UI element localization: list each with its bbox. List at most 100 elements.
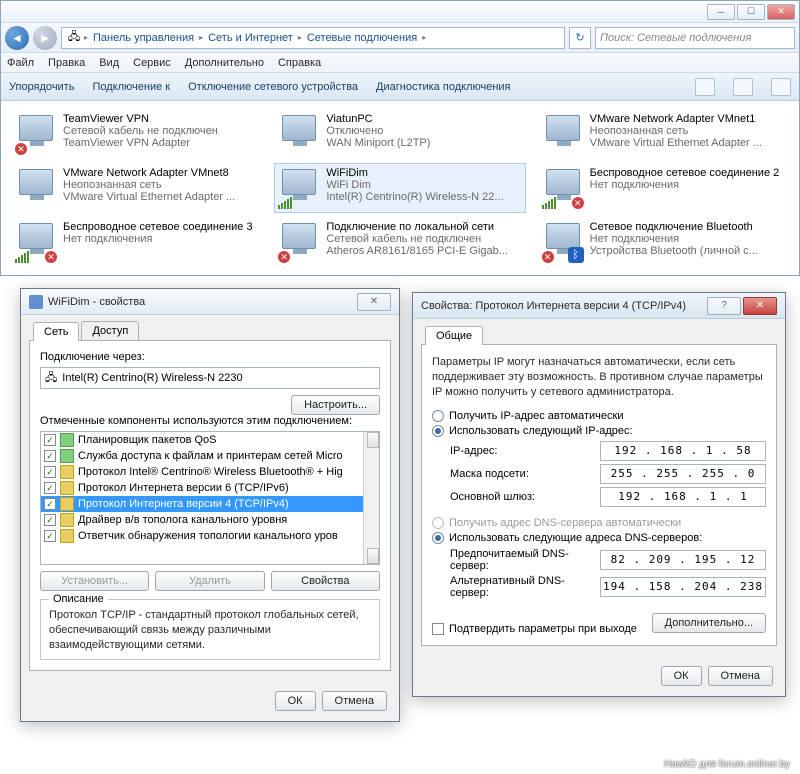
tab-general[interactable]: Общие <box>425 326 483 345</box>
component-item[interactable]: ✓Драйвер в/в тополога канального уровня <box>41 512 363 528</box>
checkbox-icon[interactable]: ✓ <box>44 434 56 446</box>
connection-item[interactable]: ✕ᛒСетевое подключение BluetoothНет подкл… <box>538 217 789 267</box>
close-icon[interactable]: ✕ <box>743 297 777 315</box>
dns2-field[interactable]: 194 . 158 . 204 . 238 <box>600 577 766 597</box>
tool-connect[interactable]: Подключение к <box>92 81 170 93</box>
mask-field[interactable]: 255 . 255 . 255 . 0 <box>600 464 766 484</box>
connection-item[interactable]: WiFiDimWiFi DimIntel(R) Centrino(R) Wire… <box>274 163 525 213</box>
connection-item[interactable]: ✕ Беспроводное сетевое соединение 2Нет по… <box>538 163 789 213</box>
component-item[interactable]: ✓ Протокол Интернета версии 4 (TCP/IPv4) <box>41 496 363 512</box>
chevron-icon: ▸ <box>84 33 88 42</box>
close-icon[interactable]: ✕ <box>357 293 391 311</box>
properties-button[interactable]: Свойства <box>271 571 380 591</box>
adapter-icon <box>29 295 43 309</box>
components-listbox[interactable]: ✓Планировщик пакетов QoS✓Служба доступа … <box>40 431 380 565</box>
tab-access[interactable]: Доступ <box>81 321 139 340</box>
forward-button[interactable]: ► <box>33 26 57 50</box>
menu-edit[interactable]: Правка <box>48 57 85 69</box>
connection-item[interactable]: ✕Подключение по локальной сетиСетевой ка… <box>274 217 525 267</box>
connection-status: Сетевой кабель не подключен <box>63 125 258 137</box>
breadcrumb-seg[interactable]: Панель управления <box>90 32 197 44</box>
checkbox-icon[interactable]: ✓ <box>44 498 56 510</box>
component-item[interactable]: ✓Протокол Intel® Centrino® Wireless Blue… <box>41 464 363 480</box>
adapter-icon: ✕ <box>15 113 57 155</box>
toolbar: Упорядочить Подключение к Отключение сет… <box>1 73 799 101</box>
radio-auto-ip[interactable]: Получить IP-адрес автоматически <box>432 410 766 422</box>
back-button[interactable]: ◄ <box>5 26 29 50</box>
menu-service[interactable]: Сервис <box>133 57 171 69</box>
component-label: Протокол Интернета версии 4 (TCP/IPv4) <box>78 498 289 510</box>
breadcrumb[interactable]: 🖧 ▸ Панель управления ▸ Сеть и Интернет … <box>61 27 565 49</box>
component-icon <box>60 513 74 527</box>
connection-name: WiFiDim <box>326 167 521 179</box>
validate-checkbox[interactable]: Подтвердить параметры при выходе <box>432 623 637 635</box>
adapter-icon: ✕ <box>542 167 584 209</box>
component-item[interactable]: ✓Ответчик обнаружения топологии канально… <box>41 528 363 544</box>
ok-button[interactable]: ОК <box>275 691 316 711</box>
cancel-button[interactable]: Отмена <box>708 666 773 686</box>
menu-file[interactable]: Файл <box>7 57 34 69</box>
cancel-button[interactable]: Отмена <box>322 691 387 711</box>
install-button[interactable]: Установить... <box>40 571 149 591</box>
checkbox-icon[interactable]: ✓ <box>44 482 56 494</box>
component-label: Служба доступа к файлам и принтерам сете… <box>78 450 343 462</box>
breadcrumb-seg[interactable]: Сетевые подлючения <box>304 32 420 44</box>
signal-icon <box>15 251 29 263</box>
watermark: HawkD для forum.onliner.by <box>664 759 790 770</box>
connection-item[interactable]: VMware Network Adapter VMnet1Неопознанна… <box>538 109 789 159</box>
dns1-field[interactable]: 82 . 209 . 195 . 12 <box>600 550 766 570</box>
checkbox-icon[interactable]: ✓ <box>44 514 56 526</box>
ok-button[interactable]: ОК <box>661 666 702 686</box>
view-icons-button[interactable] <box>695 78 715 96</box>
component-item[interactable]: ✓ Протокол Интернета версии 6 (TCP/IPv6) <box>41 480 363 496</box>
component-icon <box>60 481 74 495</box>
connection-name: TeamViewer VPN <box>63 113 258 125</box>
connection-name: Беспроводное сетевое соединение 2 <box>590 167 785 179</box>
connection-item[interactable]: ViatunPCОтключеноWAN Miniport (L2TP) <box>274 109 525 159</box>
tool-diagnose[interactable]: Диагностика подключения <box>376 81 510 93</box>
ip-field[interactable]: 192 . 168 . 1 . 58 <box>600 441 766 461</box>
component-item[interactable]: ✓Планировщик пакетов QoS <box>41 432 363 448</box>
view-details-button[interactable] <box>733 78 753 96</box>
connection-status: Нет подключения <box>590 179 785 191</box>
refresh-button[interactable]: ↻ <box>569 27 591 49</box>
help-icon[interactable] <box>771 78 791 96</box>
chevron-icon: ▸ <box>298 33 302 42</box>
close-button[interactable]: ✕ <box>767 4 795 20</box>
dialog-titlebar[interactable]: Свойства: Протокол Интернета версии 4 (T… <box>413 293 785 319</box>
connection-name: VMware Network Adapter VMnet1 <box>590 113 785 125</box>
adapter-field: 🖧 Intel(R) Centrino(R) Wireless-N 2230 <box>40 367 380 389</box>
radio-manual-dns[interactable]: Использовать следующие адреса DNS-сервер… <box>432 532 766 544</box>
connection-item[interactable]: VMware Network Adapter VMnet8Неопознанна… <box>11 163 262 213</box>
adapter-properties-dialog: WiFiDim - свойства ✕ Сеть Доступ Подключ… <box>20 288 400 722</box>
search-input[interactable]: Поиск: Сетевые подлючения <box>595 27 795 49</box>
menu-view[interactable]: Вид <box>99 57 119 69</box>
checkbox-icon[interactable]: ✓ <box>44 466 56 478</box>
help-icon[interactable]: ? <box>707 297 741 315</box>
connection-device: Atheros AR8161/8165 PCI-E Gigab... <box>326 245 521 257</box>
tab-network[interactable]: Сеть <box>33 322 79 341</box>
tool-disable[interactable]: Отключение сетевого устройства <box>188 81 358 93</box>
scrollbar[interactable] <box>363 432 379 564</box>
radio-manual-ip[interactable]: Использовать следующий IP-адрес: <box>432 425 766 437</box>
menu-help[interactable]: Справка <box>278 57 321 69</box>
gateway-field[interactable]: 192 . 168 . 1 . 1 <box>600 487 766 507</box>
maximize-button[interactable]: ☐ <box>737 4 765 20</box>
component-label: Протокол Интернета версии 6 (TCP/IPv6) <box>78 482 289 494</box>
component-item[interactable]: ✓ Служба доступа к файлам и принтерам сет… <box>41 448 363 464</box>
checkbox-icon[interactable]: ✓ <box>44 450 56 462</box>
minimize-button[interactable]: ─ <box>707 4 735 20</box>
breadcrumb-seg[interactable]: Сеть и Интернет <box>205 32 296 44</box>
menu-extra[interactable]: Дополнительно <box>185 57 264 69</box>
dialog-titlebar[interactable]: WiFiDim - свойства ✕ <box>21 289 399 315</box>
remove-button[interactable]: Удалить <box>155 571 264 591</box>
advanced-button[interactable]: Дополнительно... <box>652 613 766 633</box>
tool-organize[interactable]: Упорядочить <box>9 81 74 93</box>
disconnected-icon: ✕ <box>542 251 554 263</box>
adapter-icon <box>278 113 320 155</box>
window-titlebar: ─ ☐ ✕ <box>1 1 799 23</box>
checkbox-icon[interactable]: ✓ <box>44 530 56 542</box>
configure-button[interactable]: Настроить... <box>291 395 380 415</box>
connection-item[interactable]: ✕ TeamViewer VPNСетевой кабель не подключ… <box>11 109 262 159</box>
connection-item[interactable]: ✕Беспроводное сетевое соединение 3Нет по… <box>11 217 262 267</box>
